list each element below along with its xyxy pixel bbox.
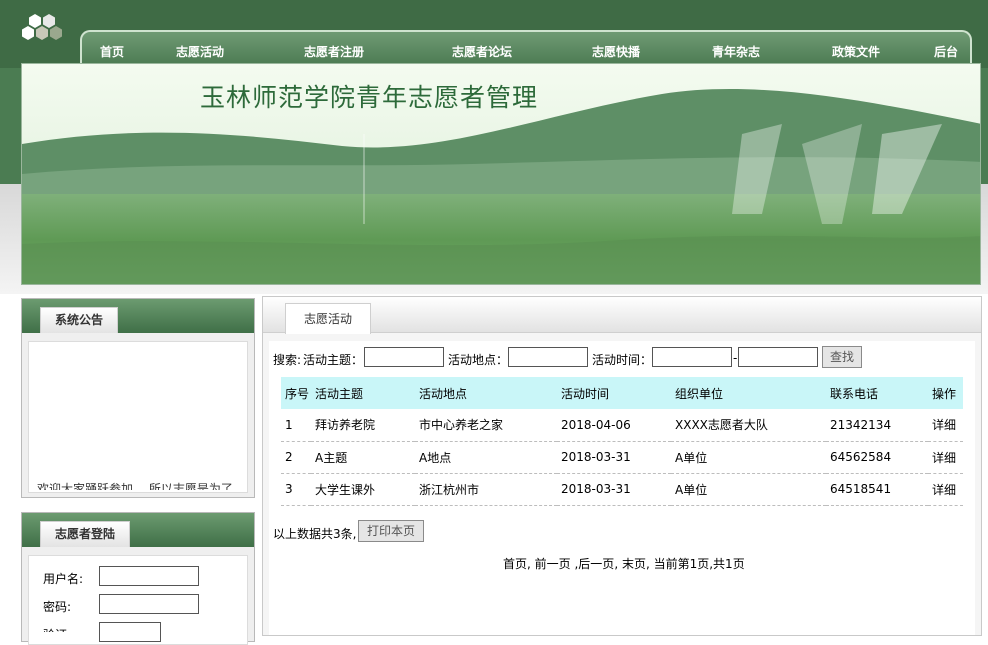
pager-status: 当前第1页,共1页 — [649, 557, 745, 571]
pager-last[interactable]: 末页 — [618, 557, 646, 571]
col-header-phone: 联系电话 — [826, 377, 928, 409]
tab-activities[interactable]: 志愿活动 — [285, 303, 372, 334]
table-row: 1 拜访养老院 市中心养老之家 2018-04-06 XXXX志愿者大队 213… — [281, 409, 963, 442]
record-summary: 以上数据共3条, — [273, 525, 356, 542]
cell-topic: 拜访养老院 — [311, 409, 415, 442]
time-end-input[interactable] — [738, 347, 818, 367]
topic-input[interactable] — [364, 347, 444, 367]
notice-panel: 系统公告 欢迎大家踊跃参加， 所以志愿是为了 — [21, 298, 255, 498]
cell-phone: 64518541 — [826, 473, 928, 506]
hexagon-logo-icon — [22, 14, 62, 40]
cell-place: 浙江杭州市 — [415, 473, 557, 506]
nav-register[interactable]: 志愿者注册 — [304, 43, 364, 60]
col-header-index: 序号 — [281, 377, 311, 409]
nav-news[interactable]: 志愿快播 — [592, 43, 640, 60]
main-nav: 首页 志愿活动 志愿者注册 志愿者论坛 志愿快播 青年杂志 政策文件 后台 — [80, 30, 972, 66]
nav-activities[interactable]: 志愿活动 — [176, 43, 224, 60]
record-count-text: 以上数据共3条, — [273, 527, 357, 541]
cell-phone: 64562584 — [826, 441, 928, 474]
table-row: 3 大学生课外 浙江杭州市 2018-03-31 A单位 64518541 详细 — [281, 473, 963, 506]
nav-policy[interactable]: 政策文件 — [832, 43, 880, 60]
cell-index: 3 — [281, 473, 311, 506]
pager-next[interactable]: ,后一页 — [571, 557, 614, 571]
cell-topic: 大学生课外 — [311, 473, 415, 506]
col-header-place: 活动地点 — [415, 377, 557, 409]
nav-admin[interactable]: 后台 — [934, 43, 958, 60]
captcha-input[interactable] — [99, 622, 161, 642]
detail-link[interactable]: 详细 — [928, 441, 963, 474]
username-label: 用户名: — [43, 572, 84, 586]
activity-panel-body: 搜索: 活动主题： 活动地点： 活动时间： - 查找 序号 活动主题 活动地点 … — [269, 341, 975, 635]
cell-time: 2018-04-06 — [557, 409, 671, 442]
cell-place: A地点 — [415, 441, 557, 474]
cell-time: 2018-03-31 — [557, 473, 671, 506]
pagination: 首页, 前一页 ,后一页, 末页, 当前第1页,共1页 — [503, 557, 745, 571]
col-header-action: 操作 — [928, 377, 963, 409]
table-row: 2 A主题 A地点 2018-03-31 A单位 64562584 详细 — [281, 441, 963, 474]
cell-place: 市中心养老之家 — [415, 409, 557, 442]
col-header-time: 活动时间 — [557, 377, 671, 409]
cell-org: A单位 — [671, 441, 826, 474]
table-header-row: 序号 活动主题 活动地点 活动时间 组织单位 联系电话 操作 — [281, 377, 963, 409]
cell-time: 2018-03-31 — [557, 441, 671, 474]
time-start-input[interactable] — [652, 347, 732, 367]
cell-org: A单位 — [671, 473, 826, 506]
banner-image: 玉林师范学院青年志愿者管理 — [21, 63, 981, 285]
place-label: 活动地点： — [448, 353, 509, 367]
nav-home[interactable]: 首页 — [100, 43, 124, 60]
time-label: 活动时间： — [592, 353, 653, 367]
place-input[interactable] — [508, 347, 588, 367]
detail-link[interactable]: 详细 — [928, 473, 963, 506]
cell-topic: A主题 — [311, 441, 415, 474]
login-panel-title: 志愿者登陆 — [40, 521, 131, 547]
col-header-org: 组织单位 — [671, 377, 826, 409]
login-form: 用户名: 密码: 验证 — [28, 555, 248, 645]
notice-marquee-text: 欢迎大家踊跃参加， 所以志愿是为了 — [37, 482, 233, 490]
pager-first[interactable]: 首页 — [503, 557, 527, 571]
detail-link[interactable]: 详细 — [928, 409, 963, 442]
banner-title: 玉林师范学院青年志愿者管理 — [200, 83, 539, 112]
activity-panel-header: 志愿活动 — [263, 297, 981, 334]
nav-forum[interactable]: 志愿者论坛 — [452, 43, 512, 60]
time-separator: - — [733, 351, 738, 365]
notice-content: 欢迎大家踊跃参加， 所以志愿是为了 — [28, 341, 248, 493]
cell-index: 1 — [281, 409, 311, 442]
username-input[interactable] — [99, 566, 199, 586]
topic-label: 活动主题： — [303, 353, 364, 367]
password-input[interactable] — [99, 594, 199, 614]
captcha-label: 验证 — [43, 626, 67, 632]
print-button[interactable]: 打印本页 — [358, 520, 424, 542]
login-panel-header: 志愿者登陆 — [22, 513, 254, 547]
login-panel: 志愿者登陆 用户名: 密码: 验证 — [21, 512, 255, 645]
nav-magazine[interactable]: 青年杂志 — [712, 43, 760, 60]
col-header-topic: 活动主题 — [311, 377, 415, 409]
cell-org: XXXX志愿者大队 — [671, 409, 826, 442]
search-prefix-label: 搜索: — [273, 353, 302, 367]
cell-phone: 21342134 — [826, 409, 928, 442]
activity-panel: 志愿活动 搜索: 活动主题： 活动地点： 活动时间： - 查找 序号 活动主题 … — [262, 296, 982, 636]
search-button[interactable]: 查找 — [822, 346, 862, 368]
activity-table: 序号 活动主题 活动地点 活动时间 组织单位 联系电话 操作 1 拜访养老院 市… — [281, 377, 963, 506]
notice-panel-title: 系统公告 — [40, 307, 119, 333]
password-label: 密码: — [43, 600, 72, 614]
cell-index: 2 — [281, 441, 311, 474]
notice-panel-header: 系统公告 — [22, 299, 254, 333]
pager-prev[interactable]: 前一页 — [531, 557, 571, 571]
